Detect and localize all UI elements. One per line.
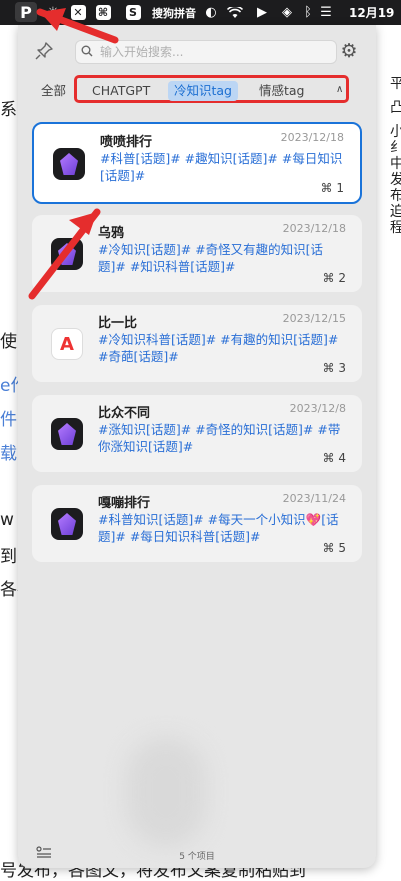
background-text: w xyxy=(0,510,14,530)
clipboard-item[interactable]: 嘎嘣排行 2023/11/24 #科普知识[话题]# #每天一个小知识💖[话题]… xyxy=(32,485,362,562)
background-document-right: 平 凸 小 纟 中 发 布 迫 程 xyxy=(376,25,401,881)
a-logo-icon: A xyxy=(51,328,83,360)
item-tags: #涨知识[话题]# #奇怪的知识[话题]# #带你涨知识[话题]# xyxy=(98,422,341,454)
clipboard-panel: ⚙ 全部 CHATGPT 冷知识tag 情感tag ∧ 喷喷排行 2023/12… xyxy=(18,25,376,868)
gem-icon xyxy=(51,418,83,450)
item-date: 2023/11/24 xyxy=(282,492,346,505)
control-center-icon[interactable]: ☰ xyxy=(318,3,334,22)
wifi-icon[interactable] xyxy=(226,3,244,22)
tag-tabs: 全部 CHATGPT 冷知识tag 情感tag ∧ xyxy=(18,75,376,107)
item-title: 嘎嘣排行 xyxy=(98,496,151,511)
gem-icon xyxy=(51,508,83,540)
tabs-overflow-icon[interactable]: ∧ xyxy=(336,84,343,95)
paste-app-icon[interactable]: P xyxy=(15,2,37,22)
toggle-icon[interactable]: ◐ xyxy=(203,3,219,22)
item-date: 2023/12/18 xyxy=(280,131,344,144)
clipboard-item[interactable]: 比众不同 2023/12/8 #涨知识[话题]# #奇怪的知识[话题]# #带你… xyxy=(32,395,362,472)
item-date: 2023/12/18 xyxy=(282,222,346,235)
item-shortcut: ⌘ 3 xyxy=(322,361,346,375)
background-link: 载 xyxy=(0,444,17,464)
background-document-left: 系 使 e作 件 载 w 到贝 各布 xyxy=(0,25,34,881)
background-text: 使 xyxy=(0,332,17,352)
search-icon xyxy=(76,45,98,60)
item-tags: #冷知识[话题]# #奇怪又有趣的知识[话题]# #知识科普[话题]# xyxy=(98,242,324,274)
item-title: 比一比 xyxy=(98,316,138,331)
x-app-icon[interactable]: ✕ xyxy=(69,3,87,22)
item-date: 2023/12/8 xyxy=(289,402,346,415)
s-app-icon[interactable]: S xyxy=(124,3,142,22)
item-title: 比众不同 xyxy=(98,406,151,421)
item-tags: #科普[话题]# #趣知识[话题]# #每日知识[话题]# xyxy=(100,151,343,183)
clipboard-item[interactable]: A 比一比 2023/12/15 #冷知识科普[话题]# #有趣的知识[话题]#… xyxy=(32,305,362,382)
menu-bar-clock[interactable]: 12月19 xyxy=(349,3,401,22)
background-link: 件 xyxy=(0,410,17,430)
item-shortcut: ⌘ 5 xyxy=(322,541,346,555)
blurred-preview xyxy=(126,737,206,847)
tab-cold-knowledge[interactable]: 冷知识tag xyxy=(168,81,238,101)
gem-icon xyxy=(53,148,85,180)
item-tags: #冷知识科普[话题]# #有趣的知识[话题]# #奇葩[话题]# xyxy=(98,332,339,364)
command-app-icon[interactable]: ⌘ xyxy=(94,3,112,22)
macos-menu-bar: P ☼ ✕ ⌘ S 搜狗拼音 ◐ ▶ ◈ ᛒ ☰ 12月19 xyxy=(0,0,401,25)
play-icon[interactable]: ▶ xyxy=(254,3,270,22)
background-text: 凸 xyxy=(390,100,401,116)
item-tags: #科普知识[话题]# #每天一个小知识💖[话题]# #每日知识科普[话题]# xyxy=(98,512,339,544)
layers-icon[interactable]: ◈ xyxy=(279,3,295,22)
search-input[interactable] xyxy=(98,44,336,60)
tab-emotion[interactable]: 情感tag xyxy=(253,81,311,101)
background-text: 系 xyxy=(0,100,17,120)
item-shortcut: ⌘ 1 xyxy=(320,181,344,195)
item-count: 5 个项目 xyxy=(179,852,215,862)
input-method-label[interactable]: 搜狗拼音 xyxy=(149,3,199,22)
settings-gear-icon[interactable]: ⚙ xyxy=(338,40,360,62)
pin-icon[interactable] xyxy=(34,41,56,63)
bluetooth-icon[interactable]: ᛒ xyxy=(302,3,314,22)
background-text: 平 xyxy=(390,76,401,92)
item-title: 乌鸦 xyxy=(98,226,125,241)
tab-all[interactable]: 全部 xyxy=(35,81,72,101)
item-shortcut: ⌘ 4 xyxy=(322,451,346,465)
item-date: 2023/12/15 xyxy=(282,312,346,325)
clipboard-item[interactable]: 喷喷排行 2023/12/18 #科普[话题]# #趣知识[话题]# #每日知识… xyxy=(32,122,362,204)
search-bar[interactable] xyxy=(75,40,337,64)
background-text: 程 xyxy=(390,220,401,236)
brightness-icon[interactable]: ☼ xyxy=(44,3,62,22)
item-shortcut: ⌘ 2 xyxy=(322,271,346,285)
clipboard-item[interactable]: 乌鸦 2023/12/18 #冷知识[话题]# #奇怪又有趣的知识[话题]# #… xyxy=(32,215,362,292)
tab-chatgpt[interactable]: CHATGPT xyxy=(86,81,156,101)
item-title: 喷喷排行 xyxy=(100,135,153,150)
gem-icon xyxy=(51,238,83,270)
